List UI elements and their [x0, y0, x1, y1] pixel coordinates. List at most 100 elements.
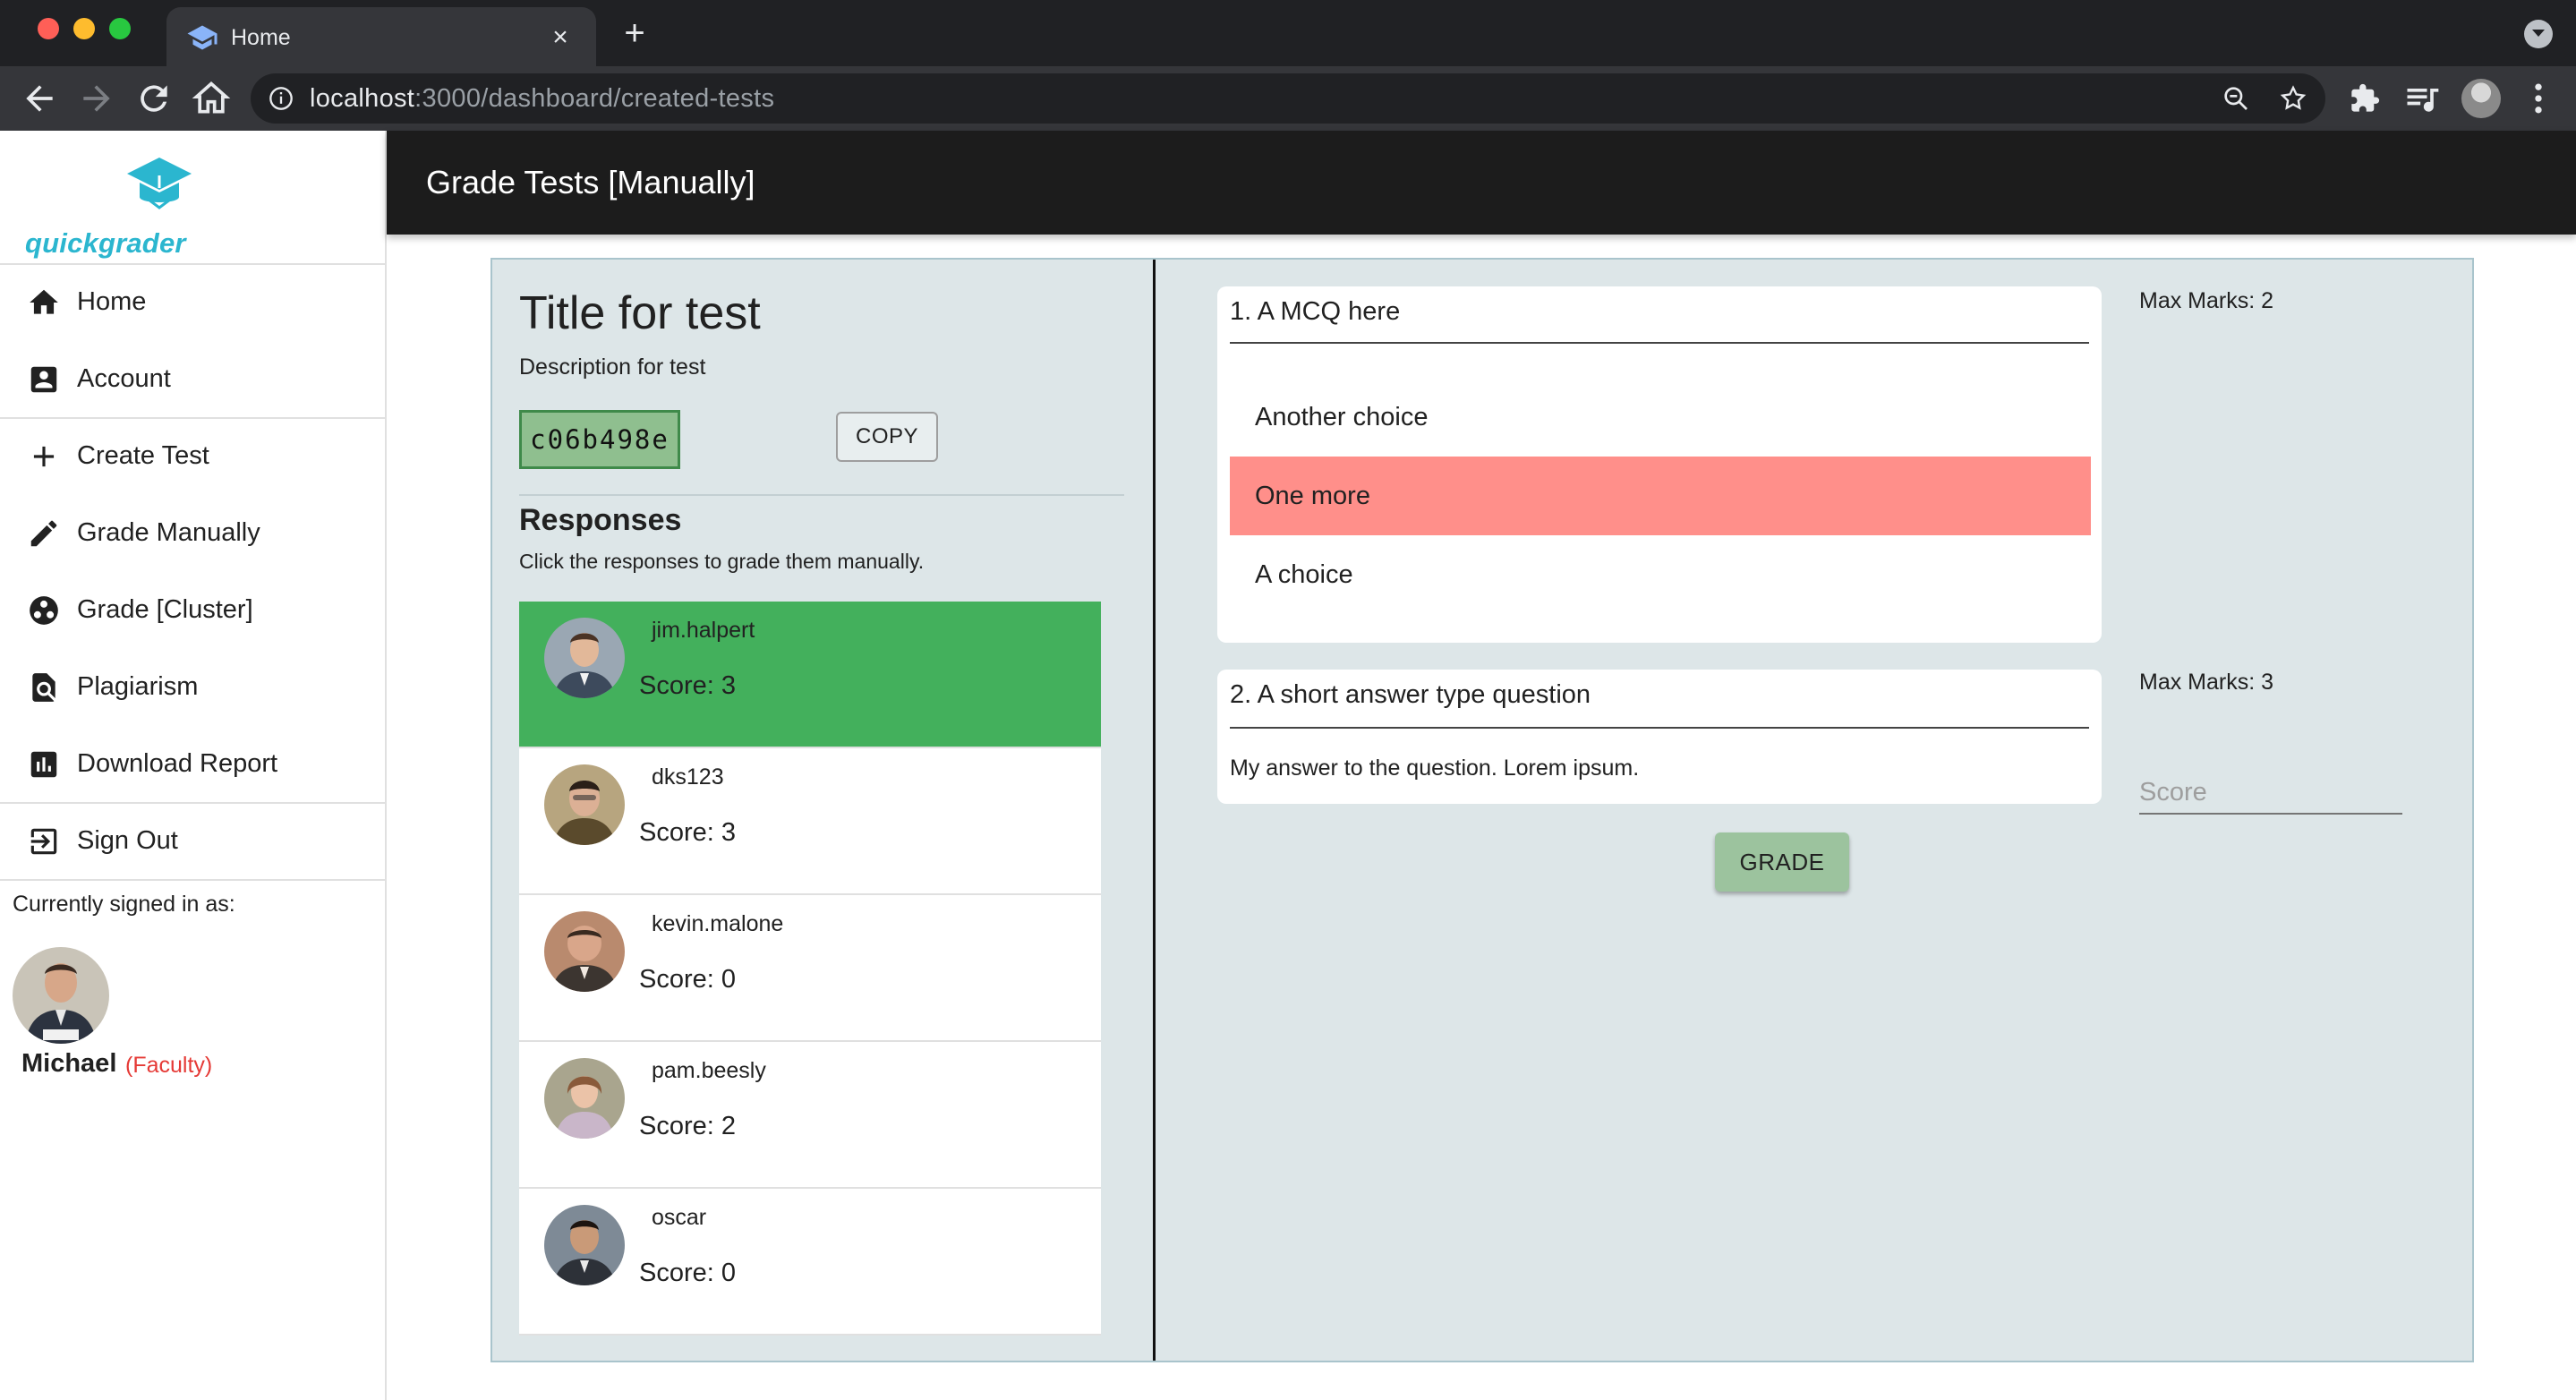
mcq-choice-selected-wrong[interactable]: One more	[1230, 457, 2091, 535]
sidebar-item-create-test[interactable]: Create Test	[0, 417, 385, 494]
profile-avatar[interactable]	[2461, 79, 2501, 118]
student-name: jim.halpert	[652, 618, 755, 643]
student-score: Score: 2	[639, 1112, 736, 1140]
question-underline	[1230, 342, 2089, 344]
question-title: 1. A MCQ here	[1230, 297, 1401, 326]
student-avatar	[544, 1058, 625, 1139]
sidebar-item-sign-out[interactable]: Sign Out	[0, 802, 385, 879]
sidebar-item-label: Account	[77, 364, 171, 393]
sidebar-item-label: Download Report	[77, 749, 278, 778]
user-avatar	[13, 947, 109, 1044]
sidebar-item-grade-cluster[interactable]: Grade [Cluster]	[0, 571, 385, 648]
student-name: dks123	[652, 764, 724, 790]
response-item[interactable]: pam.beesly Score: 2	[519, 1042, 1101, 1189]
back-arrow-icon[interactable]	[20, 79, 59, 118]
extensions-puzzle-icon[interactable]	[2345, 79, 2384, 118]
student-name: oscar	[652, 1205, 707, 1230]
score-input[interactable]	[2139, 772, 2402, 815]
account-box-icon	[30, 366, 57, 393]
sidebar-item-label: Sign Out	[77, 826, 178, 855]
bar-chart-icon	[30, 751, 57, 778]
url-host: localhost	[310, 84, 415, 113]
sidebar-item-home[interactable]: Home	[0, 263, 385, 340]
response-item[interactable]: oscar Score: 0	[519, 1189, 1101, 1336]
media-playlist-icon[interactable]	[2402, 79, 2442, 118]
app-bar: Grade Tests [Manually]	[387, 131, 2576, 235]
mcq-choice[interactable]: A choice	[1230, 535, 2091, 614]
question-underline	[1230, 727, 2089, 729]
question-card: 1. A MCQ here Another choice One more A …	[1217, 286, 2102, 643]
grading-panel: Title for test Description for test c06b…	[490, 258, 2474, 1362]
logo-text: quickgrader	[25, 227, 186, 259]
mcq-choice[interactable]: Another choice	[1230, 378, 2091, 457]
graduation-cap-icon	[187, 25, 218, 50]
window-minimize-button[interactable]	[73, 18, 95, 39]
browser-tab-bar: Home × +	[0, 0, 2576, 66]
student-score: Score: 3	[639, 671, 736, 700]
home-icon	[30, 289, 58, 314]
sidebar-item-label: Plagiarism	[77, 672, 199, 701]
signed-in-label: Currently signed in as:	[13, 892, 235, 917]
user-name: Michael	[21, 1049, 117, 1078]
max-marks-label: Max Marks: 3	[2139, 670, 2274, 695]
exit-icon	[30, 828, 57, 855]
column-divider	[1153, 260, 1156, 1361]
response-list: jim.halpert Score: 3 dks123 Score: 3 kev…	[519, 602, 1101, 1336]
bookmark-star-icon[interactable]	[2279, 84, 2307, 113]
browser-tab-title: Home	[231, 25, 291, 50]
test-title: Title for test	[519, 287, 761, 339]
info-icon[interactable]	[269, 86, 294, 111]
browser-tab-home[interactable]: Home ×	[166, 7, 596, 66]
pencil-icon	[30, 520, 57, 547]
browser-toolbar: localhost:3000/dashboard/created-tests	[0, 66, 2576, 131]
address-bar[interactable]: localhost:3000/dashboard/created-tests	[251, 73, 2325, 124]
sidebar-divider	[0, 879, 387, 881]
sidebar-item-label: Grade Manually	[77, 518, 260, 547]
copy-code-button[interactable]: COPY	[836, 412, 938, 462]
question-title: 2. A short answer type question	[1230, 680, 1591, 709]
responses-instructions: Click the responses to grade them manual…	[519, 550, 925, 573]
more-menu-icon[interactable]	[2519, 79, 2558, 118]
question-card: 2. A short answer type question My answe…	[1217, 670, 2102, 804]
student-avatar	[544, 911, 625, 992]
graduation-cap-logo-icon	[127, 158, 192, 209]
student-answer: My answer to the question. Lorem ipsum.	[1230, 755, 1640, 781]
sidebar-item-account[interactable]: Account	[0, 340, 385, 417]
sidebar-item-plagiarism[interactable]: Plagiarism	[0, 648, 385, 725]
student-avatar	[544, 1205, 625, 1285]
sidebar-item-label: Grade [Cluster]	[77, 595, 253, 624]
cluster-icon	[30, 596, 58, 625]
app: quickgrader Home Account Create Test Gra…	[0, 131, 2576, 1400]
url-text: localhost:3000/dashboard/created-tests	[310, 73, 774, 124]
plus-icon	[33, 446, 55, 467]
zoom-icon[interactable]	[2222, 84, 2250, 113]
new-tab-icon[interactable]: +	[618, 15, 652, 51]
page-title: Grade Tests [Manually]	[426, 164, 755, 201]
response-item[interactable]: kevin.malone Score: 0	[519, 895, 1101, 1042]
tab-close-icon[interactable]: ×	[544, 21, 576, 54]
student-score: Score: 3	[639, 818, 736, 847]
test-code[interactable]: c06b498e	[519, 410, 680, 469]
test-description: Description for test	[519, 354, 706, 380]
responses-heading: Responses	[519, 503, 682, 537]
sidebar-item-download-report[interactable]: Download Report	[0, 725, 385, 802]
response-item[interactable]: dks123 Score: 3	[519, 748, 1101, 895]
reload-icon[interactable]	[134, 79, 174, 118]
student-score: Score: 0	[639, 1259, 736, 1287]
forward-arrow-icon[interactable]	[77, 79, 116, 118]
sidebar-item-label: Home	[77, 287, 147, 316]
quickgrader-logo[interactable]: quickgrader	[21, 156, 192, 259]
student-avatar	[544, 618, 625, 698]
window-maximize-button[interactable]	[109, 18, 131, 39]
home-page-icon[interactable]	[192, 79, 231, 118]
student-avatar	[544, 764, 625, 845]
tab-search-icon[interactable]	[2524, 20, 2553, 48]
student-name: kevin.malone	[652, 911, 784, 936]
grade-button[interactable]: GRADE	[1715, 832, 1849, 892]
response-item[interactable]: jim.halpert Score: 3	[519, 602, 1101, 748]
student-name: pam.beesly	[652, 1058, 766, 1083]
find-in-page-icon	[32, 673, 55, 702]
url-path: :3000/dashboard/created-tests	[414, 84, 775, 113]
window-close-button[interactable]	[38, 18, 59, 39]
sidebar-item-grade-manually[interactable]: Grade Manually	[0, 494, 385, 571]
